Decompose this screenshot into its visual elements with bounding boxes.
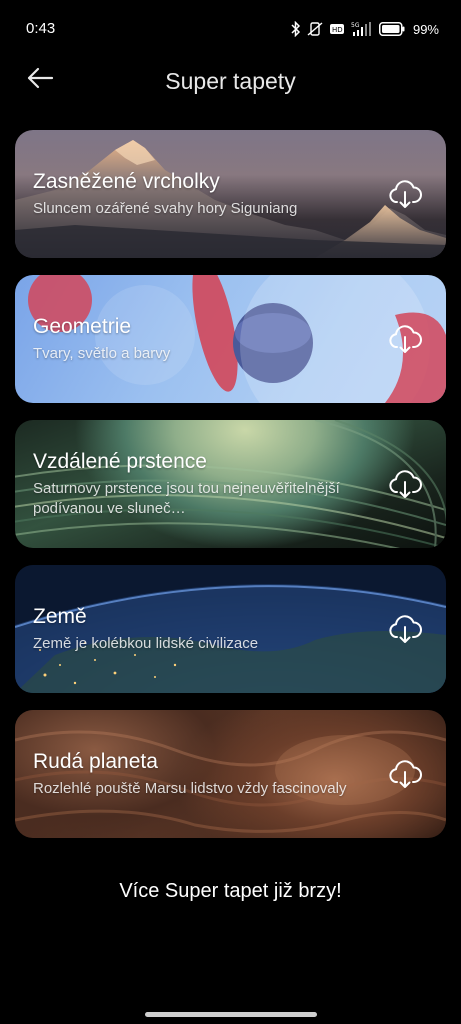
card-text: Zasněžené vrcholky Sluncem ozářené svahy… xyxy=(33,130,366,258)
card-title: Rudá planeta xyxy=(33,749,158,773)
status-icons: HD 5G 99% xyxy=(291,20,439,38)
wallpaper-card-earth[interactable]: Země Země je kolébkou lidské civilizace xyxy=(15,565,446,693)
wallpaper-card-snowy-peaks[interactable]: Zasněžené vrcholky Sluncem ozářené svahy… xyxy=(15,130,446,258)
card-text: Země Země je kolébkou lidské civilizace xyxy=(33,565,366,693)
battery-percentage: 99% xyxy=(412,21,439,37)
header: Super tapety xyxy=(0,58,461,104)
wallpaper-card-geometry[interactable]: Geometrie Tvary, světlo a barvy xyxy=(15,275,446,403)
cloud-download-icon[interactable] xyxy=(388,323,422,355)
cloud-download-icon[interactable] xyxy=(388,178,422,210)
coming-soon-text: Více Super tapet již brzy! xyxy=(119,880,342,902)
card-subtitle: Země je kolébkou lidské civilizace xyxy=(33,634,259,652)
card-title: Geometrie xyxy=(33,314,132,338)
card-subtitle: Tvary, světlo a barvy xyxy=(33,344,171,362)
status-time: 0:43 xyxy=(26,20,56,37)
page-title: Super tapety xyxy=(165,68,296,94)
svg-text:HD: HD xyxy=(332,26,343,34)
vibrate-off-icon xyxy=(307,21,323,37)
card-text: Rudá planeta Rozlehlé pouště Marsu lidst… xyxy=(33,710,366,838)
wallpaper-list: Zasněžené vrcholky Sluncem ozářené svahy… xyxy=(15,130,446,855)
card-subtitle: Rozlehlé pouště Marsu lidstvo vždy fasci… xyxy=(33,779,347,797)
card-title: Země xyxy=(33,604,87,628)
svg-text:5G: 5G xyxy=(351,22,360,29)
battery-icon xyxy=(378,22,405,36)
card-title: Zasněžené vrcholky xyxy=(33,169,220,193)
cloud-download-icon[interactable] xyxy=(388,468,422,500)
bluetooth-icon xyxy=(291,21,301,37)
wallpaper-card-distant-rings[interactable]: Vzdálené prstence Saturnovy prstence jso… xyxy=(15,420,446,548)
card-text: Vzdálené prstence Saturnovy prstence jso… xyxy=(33,420,366,548)
card-subtitle: Saturnovy prstence jsou tou nejneuvěřite… xyxy=(33,479,340,517)
cloud-download-icon[interactable] xyxy=(388,613,422,645)
status-bar: 0:43 HD 5G 99% xyxy=(0,0,461,52)
volte-icon: HD xyxy=(329,21,345,37)
card-subtitle: Sluncem ozářené svahy hory Siguniang xyxy=(33,199,298,217)
card-title: Vzdálené prstence xyxy=(33,449,207,473)
cloud-download-icon[interactable] xyxy=(388,758,422,790)
signal-icon: 5G xyxy=(351,21,373,37)
home-indicator[interactable] xyxy=(145,1012,317,1017)
wallpaper-card-red-planet[interactable]: Rudá planeta Rozlehlé pouště Marsu lidst… xyxy=(15,710,446,838)
card-text: Geometrie Tvary, světlo a barvy xyxy=(33,275,366,403)
